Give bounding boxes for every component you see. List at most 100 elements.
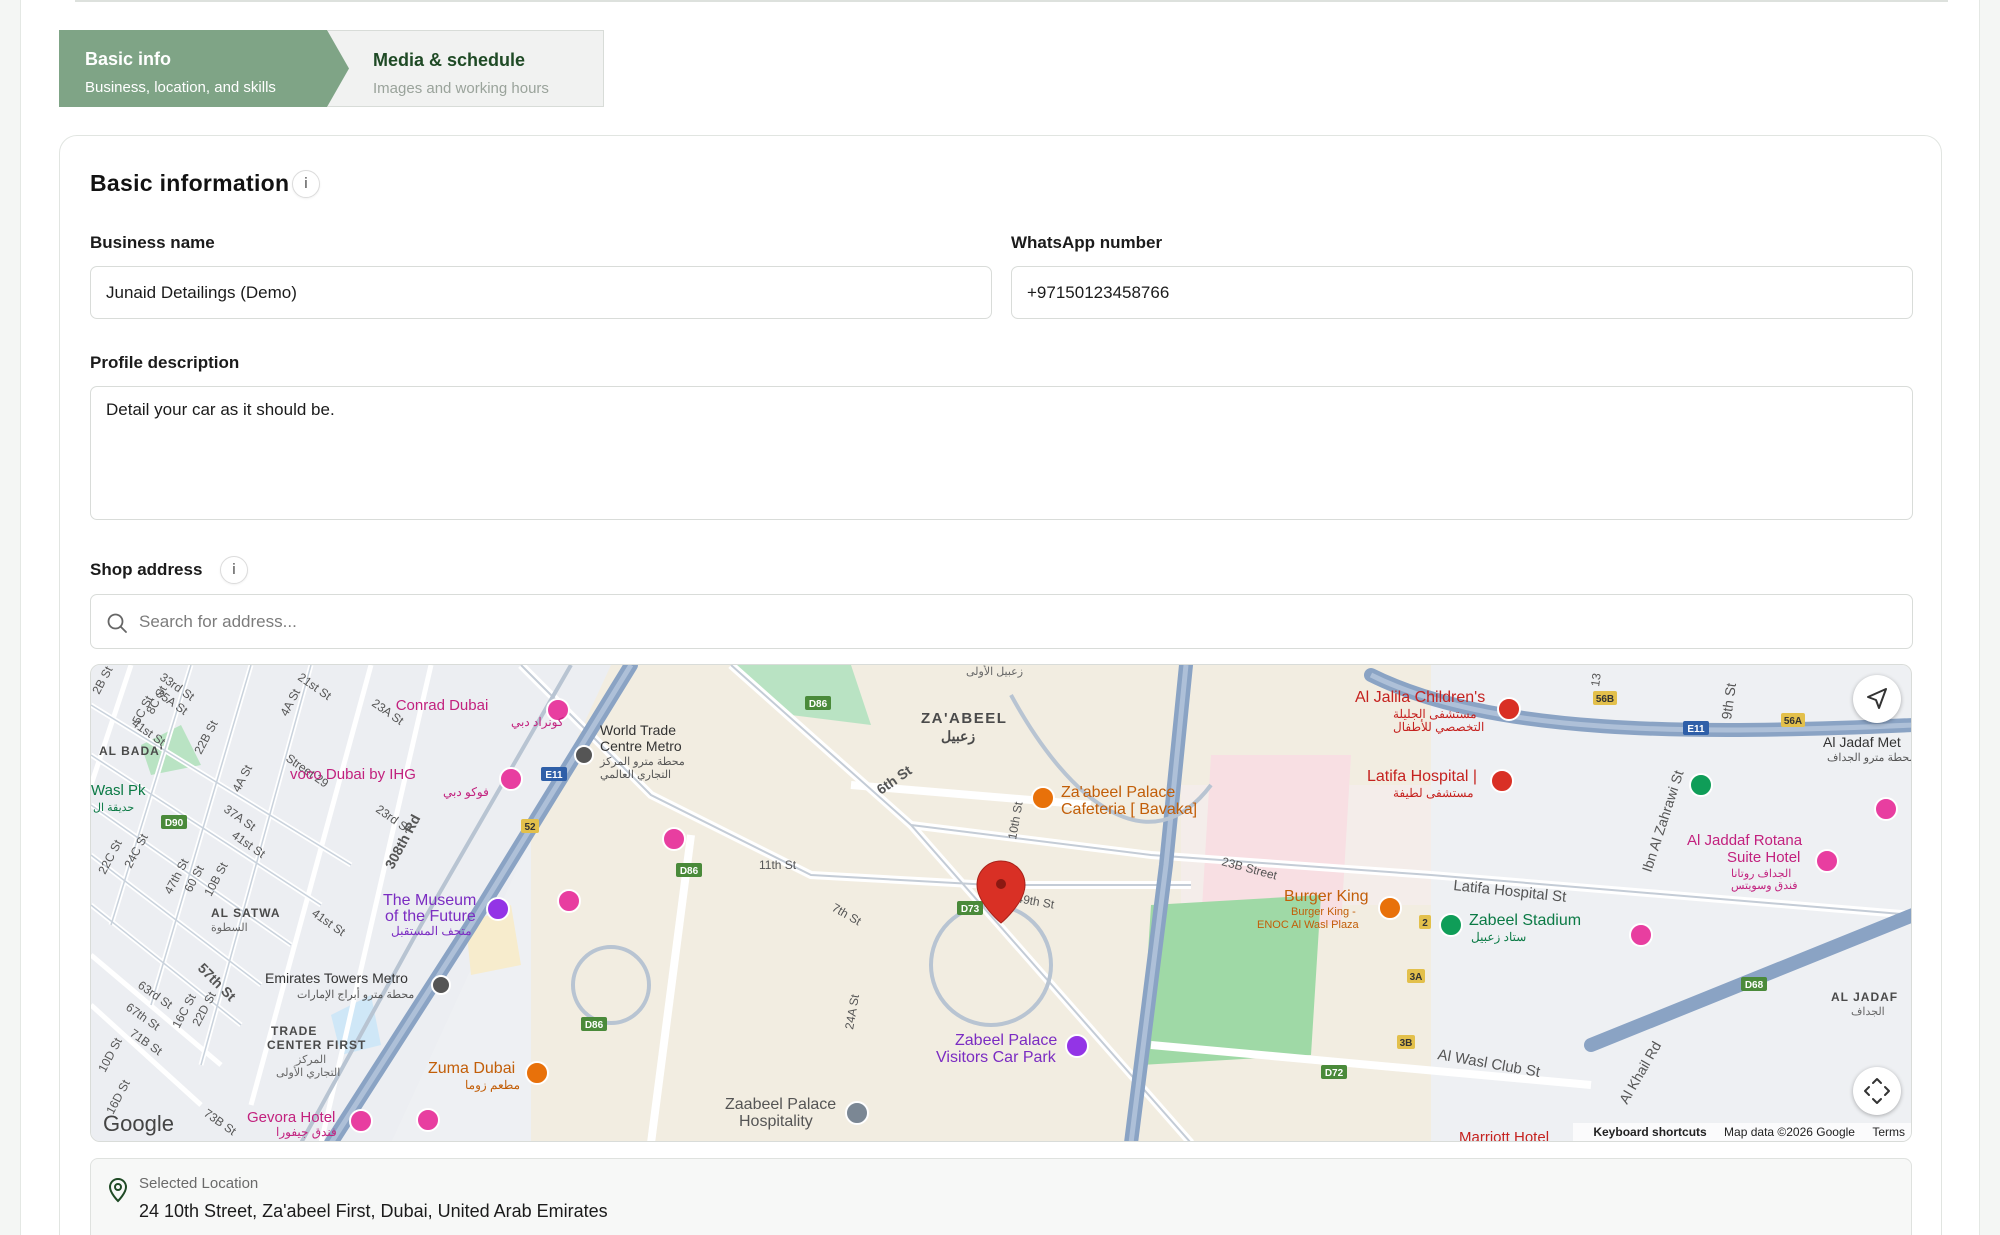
map-poi-label: Za'abeel Palace [1061, 784, 1175, 801]
map-canvas[interactable]: D86 D86 D86 D73 D72 D90 D68 E11 E11 52 5… [91, 665, 1912, 1142]
step-subtitle: Business, location, and skills [85, 79, 276, 96]
keyboard-shortcuts-link[interactable]: Keyboard shortcuts [1593, 1125, 1706, 1139]
map-route-shield-label: 3A [1410, 972, 1423, 983]
map-label-al-bada: AL BADA' [99, 744, 164, 758]
map-poi-label: Zabeel Palace [955, 1032, 1057, 1049]
map-route-shield: 56A [1781, 713, 1805, 727]
map-poi-label-2: Centre Metro [600, 738, 682, 754]
map-poi-hotel[interactable] [1874, 797, 1898, 821]
map-poi-label: Al Jalila Children's [1355, 689, 1485, 706]
map-route-shield-label: 56A [1784, 716, 1802, 727]
whatsapp-input[interactable]: +97150123458766 [1011, 266, 1913, 319]
map-route-shield-label: 2 [1422, 918, 1428, 929]
basic-information-card: Basic information i Business name Junaid… [59, 135, 1942, 1235]
map-poi-label-ar: محطة مترو الجداف [1827, 752, 1912, 764]
google-logo: Google [103, 1111, 174, 1136]
selected-location-label: Selected Location [139, 1175, 259, 1192]
map-poi-label-2: Suite Hotel [1727, 849, 1800, 866]
map-poi-label: Zaabeel Palace [725, 1096, 836, 1113]
map-route-shield-label: E11 [1687, 724, 1705, 735]
map-poi-label-ar: مستشفى لطيفة [1393, 786, 1474, 800]
map-poi-label: Conrad Dubai [396, 697, 489, 714]
map-poi-marriott[interactable]: Marriott Hotel [1459, 1129, 1549, 1142]
map-poi-hotel[interactable] [1629, 923, 1653, 947]
map-route-shield: 2 [1419, 915, 1431, 929]
map-route-shield: D68 [1741, 977, 1767, 991]
map-pin-icon [108, 1177, 128, 1203]
step-basic-info[interactable]: Basic info Business, location, and skill… [59, 30, 356, 107]
map-poi-label-ar: كونراد دبي [511, 715, 564, 729]
map-poi-label-ar: فوكو دبي [443, 785, 489, 799]
map-poi-label-ar: فندق جيفورا [276, 1125, 337, 1139]
map-poi-label: Emirates Towers Metro [265, 970, 408, 986]
description-label: Profile description [90, 353, 240, 372]
map-poi-label: Burger King [1284, 888, 1369, 905]
map-poi-label: Zuma Dubai [428, 1060, 515, 1077]
map-route-shield-label: D72 [1325, 1068, 1344, 1079]
map-poi-label-2: Burger King - [1291, 906, 1356, 918]
map-poi-hotel[interactable] [662, 827, 686, 851]
map-route-shield: E11 [1683, 721, 1709, 735]
map-poi-label-ar: ستاد زعبيل [1471, 930, 1526, 944]
map-poi-label-ar: مستشفى الجليلة [1393, 707, 1477, 721]
info-icon[interactable]: i [220, 556, 248, 584]
map-street: 11th St [759, 858, 797, 872]
my-location-button[interactable] [1853, 675, 1901, 723]
map-poi-label-2: Cafeteria [ Bavaka] [1061, 801, 1197, 818]
map-route-shield-label: D73 [961, 904, 980, 915]
map-route-shield-label: D86 [585, 1020, 604, 1031]
info-icon[interactable]: i [292, 170, 320, 198]
section-title: Basic information [90, 170, 290, 196]
search-placeholder: Search for address... [139, 612, 297, 631]
map-route-shield-label: E11 [545, 770, 563, 781]
business-name-label: Business name [90, 233, 215, 252]
map-route-shield: 3A [1407, 969, 1425, 983]
map-poi-label: Latifa Hospital | [1367, 768, 1477, 785]
map-label-zaabeel-first-ar: زعبيل الأولى [966, 665, 1023, 678]
address-search-input[interactable]: Search for address... [90, 594, 1913, 649]
map-route-shield: E11 [541, 767, 567, 781]
step-subtitle: Images and working hours [373, 80, 549, 97]
map-poi-label: Zabeel Stadium [1469, 912, 1581, 929]
map-label-zaabeel: ZA'ABEEL [921, 710, 1007, 727]
terms-link[interactable]: Terms [1872, 1125, 1905, 1139]
map-poi-label-ar: متحف المستقبل [391, 924, 472, 938]
map-poi-label-2: Hospitality [739, 1113, 813, 1130]
map-poi-label-ar: مطعم زوما [465, 1078, 520, 1092]
map-poi-hotel[interactable] [557, 889, 581, 913]
map-route-shield: D72 [1321, 1065, 1347, 1079]
map-poi-park[interactable] [1689, 773, 1713, 797]
map-data-text: Map data ©2026 Google [1724, 1125, 1855, 1139]
map-route-shield: 3B [1397, 1035, 1415, 1049]
map-poi-al-jadaf-metro[interactable]: Al Jadaf Met محطة مترو الجداف [1823, 734, 1912, 764]
map-poi-label-ar2: التخصصي للأطفال [1393, 719, 1484, 734]
description-textarea[interactable]: Detail your car as it should be. [90, 386, 1913, 520]
fullscreen-button[interactable] [1853, 1067, 1901, 1115]
map-route-shield-label: 3B [1400, 1038, 1413, 1049]
search-icon [107, 613, 127, 633]
business-name-input[interactable]: Junaid Detailings (Demo) [90, 266, 992, 319]
page: Basic info Business, location, and skill… [20, 0, 1980, 1235]
step-title: Media & schedule [373, 50, 526, 70]
map-poi-label-3: ENOC Al Wasl Plaza [1257, 919, 1360, 931]
map-attribution: Keyboard shortcuts Map data ©2026 Google… [1573, 1123, 1911, 1141]
map-route-shield-label: 52 [524, 822, 536, 833]
top-divider [75, 0, 1948, 2]
map-label-trade-ar2: التجاري الأولى [276, 1065, 340, 1079]
map-route-shield: D86 [676, 863, 702, 877]
map-route-shield-label: 56B [1596, 694, 1614, 705]
map-route-shield-label: D68 [1745, 980, 1764, 991]
map-route-shield-label: D86 [809, 699, 828, 710]
step-media-schedule[interactable]: Media & schedule Images and working hour… [327, 30, 604, 107]
map[interactable]: D86 D86 D86 D73 D72 D90 D68 E11 E11 52 5… [90, 664, 1912, 1142]
selected-location-box: Selected Location 24 10th Street, Za'abe… [90, 1158, 1912, 1235]
map-poi-hotel[interactable] [416, 1108, 440, 1132]
map-poi-label-ar: الجداف روتانا [1731, 868, 1791, 880]
map-label-trade-centre-2: CENTER FIRST [267, 1038, 366, 1052]
selected-location-address: 24 10th Street, Za'abeel First, Dubai, U… [139, 1201, 608, 1221]
navigation-arrow-icon [1867, 688, 1887, 709]
map-route-shield: D73 [957, 901, 983, 915]
map-route-shield: D90 [161, 815, 187, 829]
map-poi-label: The Museum [383, 892, 476, 909]
map-label-trade-ar1: المركز [295, 1054, 326, 1066]
